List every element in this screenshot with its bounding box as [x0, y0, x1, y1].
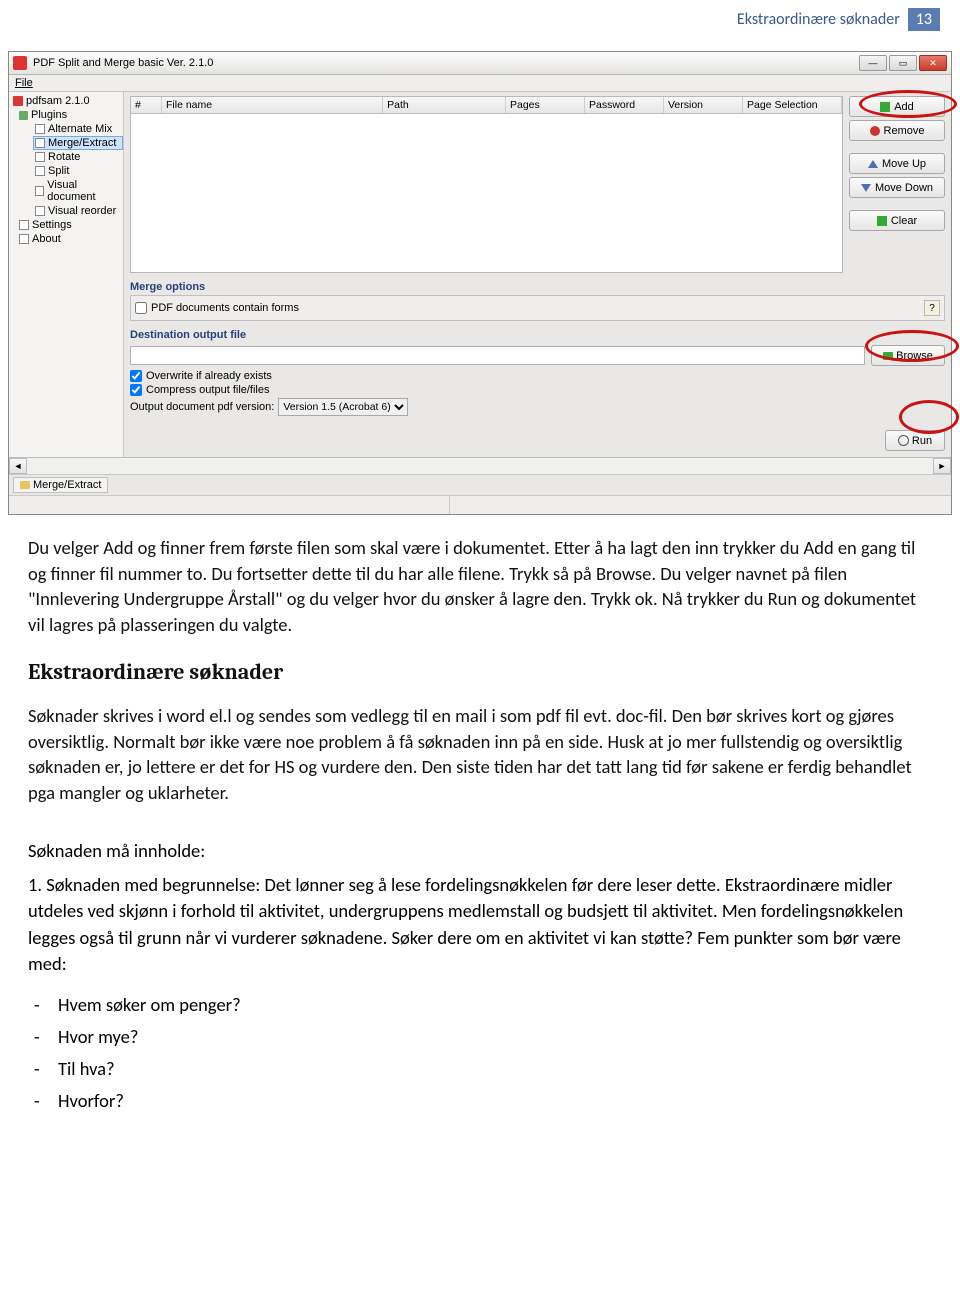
pdf-forms-checkbox[interactable]: PDF documents contain forms	[135, 302, 299, 314]
window-title: PDF Split and Merge basic Ver. 2.1.0	[33, 57, 859, 69]
close-button[interactable]: ✕	[919, 55, 947, 71]
col-path[interactable]: Path	[383, 97, 506, 114]
col-num[interactable]: #	[131, 97, 162, 114]
numbered-list: 1. Søknaden med begrunnelse: Det lønner …	[28, 872, 932, 977]
tree-root[interactable]: pdfsam 2.1.0	[11, 94, 123, 108]
up-icon	[868, 160, 878, 168]
app-screenshot: PDF Split and Merge basic Ver. 2.1.0 — ▭…	[8, 51, 952, 515]
statusbar	[9, 495, 951, 514]
file-table[interactable]: # File name Path Pages Password Version …	[130, 96, 843, 273]
list-item: Hvor mye?	[58, 1021, 932, 1053]
window-titlebar: PDF Split and Merge basic Ver. 2.1.0 — ▭…	[9, 52, 951, 75]
section-heading: Ekstraordinære søknader	[28, 659, 932, 685]
col-page-selection[interactable]: Page Selection	[743, 97, 842, 114]
help-icon[interactable]: ?	[924, 300, 940, 316]
compress-checkbox[interactable]: Compress output file/files	[130, 384, 945, 396]
pdf-version-select[interactable]: Version 1.5 (Acrobat 6)	[278, 398, 408, 416]
merge-options-label: Merge options	[130, 281, 945, 293]
horizontal-scrollbar[interactable]: ◄ ►	[9, 457, 951, 474]
maximize-button[interactable]: ▭	[889, 55, 917, 71]
add-button[interactable]: Add	[849, 96, 945, 117]
down-icon	[861, 184, 871, 192]
col-pages[interactable]: Pages	[506, 97, 585, 114]
tab-icon	[20, 481, 30, 489]
instruction-paragraph-1: Du velger Add og finner frem første file…	[28, 535, 932, 637]
page-number-badge: 13	[908, 8, 940, 31]
page-header: Ekstraordinære søknader 13	[0, 0, 960, 41]
destination-label: Destination output file	[130, 329, 945, 341]
tree-item-alternate-mix[interactable]: Alternate Mix	[33, 122, 123, 136]
minimize-button[interactable]: —	[859, 55, 887, 71]
run-icon	[898, 435, 909, 446]
menu-file[interactable]: File	[15, 77, 33, 89]
tree-item-split[interactable]: Split	[33, 164, 123, 178]
tree-item-rotate[interactable]: Rotate	[33, 150, 123, 164]
tree-item-visual-document[interactable]: Visual document	[33, 178, 123, 204]
add-icon	[880, 102, 890, 112]
tree-item-visual-reorder[interactable]: Visual reorder	[33, 204, 123, 218]
sidebar: pdfsam 2.1.0 Plugins Alternate Mix Merge…	[9, 92, 124, 457]
header-title: Ekstraordinære søknader	[737, 10, 900, 29]
scroll-left-icon[interactable]: ◄	[9, 458, 27, 474]
merge-options-box: PDF documents contain forms ?	[130, 295, 945, 321]
menubar: File	[9, 75, 951, 92]
tree-item-merge-extract[interactable]: Merge/Extract	[33, 136, 123, 150]
sub-heading: Søknaden må innholde:	[28, 839, 932, 862]
col-password[interactable]: Password	[585, 97, 664, 114]
tab-merge-extract[interactable]: Merge/Extract	[13, 477, 108, 493]
list-item: Til hva?	[58, 1053, 932, 1085]
clear-button[interactable]: Clear	[849, 210, 945, 231]
run-button[interactable]: Run	[885, 430, 945, 451]
move-down-button[interactable]: Move Down	[849, 177, 945, 198]
pdfsam-icon	[13, 96, 23, 106]
col-version[interactable]: Version	[664, 97, 743, 114]
list-item: 1. Søknaden med begrunnelse: Det lønner …	[28, 872, 932, 977]
folder-icon	[883, 352, 893, 360]
bottom-tabbar: Merge/Extract	[9, 474, 951, 495]
destination-input[interactable]	[130, 346, 865, 365]
remove-button[interactable]: Remove	[849, 120, 945, 141]
tree-item-about[interactable]: About	[19, 232, 123, 246]
main-panel: # File name Path Pages Password Version …	[124, 92, 951, 457]
col-file-name[interactable]: File name	[162, 97, 383, 114]
pdf-version-label: Output document pdf version:	[130, 401, 274, 413]
plugins-icon	[19, 111, 28, 120]
dash-list: Hvem søker om penger? Hvor mye? Til hva?…	[58, 989, 932, 1116]
tree-plugins[interactable]: Plugins	[19, 108, 123, 122]
overwrite-checkbox[interactable]: Overwrite if already exists	[130, 370, 945, 382]
remove-icon	[870, 126, 880, 136]
scroll-right-icon[interactable]: ►	[933, 458, 951, 474]
browse-button[interactable]: Browse	[871, 345, 945, 366]
instruction-paragraph-2: Søknader skrives i word el.l og sendes s…	[28, 703, 932, 805]
move-up-button[interactable]: Move Up	[849, 153, 945, 174]
app-icon	[13, 56, 27, 70]
list-item: Hvorfor?	[58, 1085, 932, 1117]
tree-item-settings[interactable]: Settings	[19, 218, 123, 232]
list-item: Hvem søker om penger?	[58, 989, 932, 1021]
clear-icon	[877, 216, 887, 226]
